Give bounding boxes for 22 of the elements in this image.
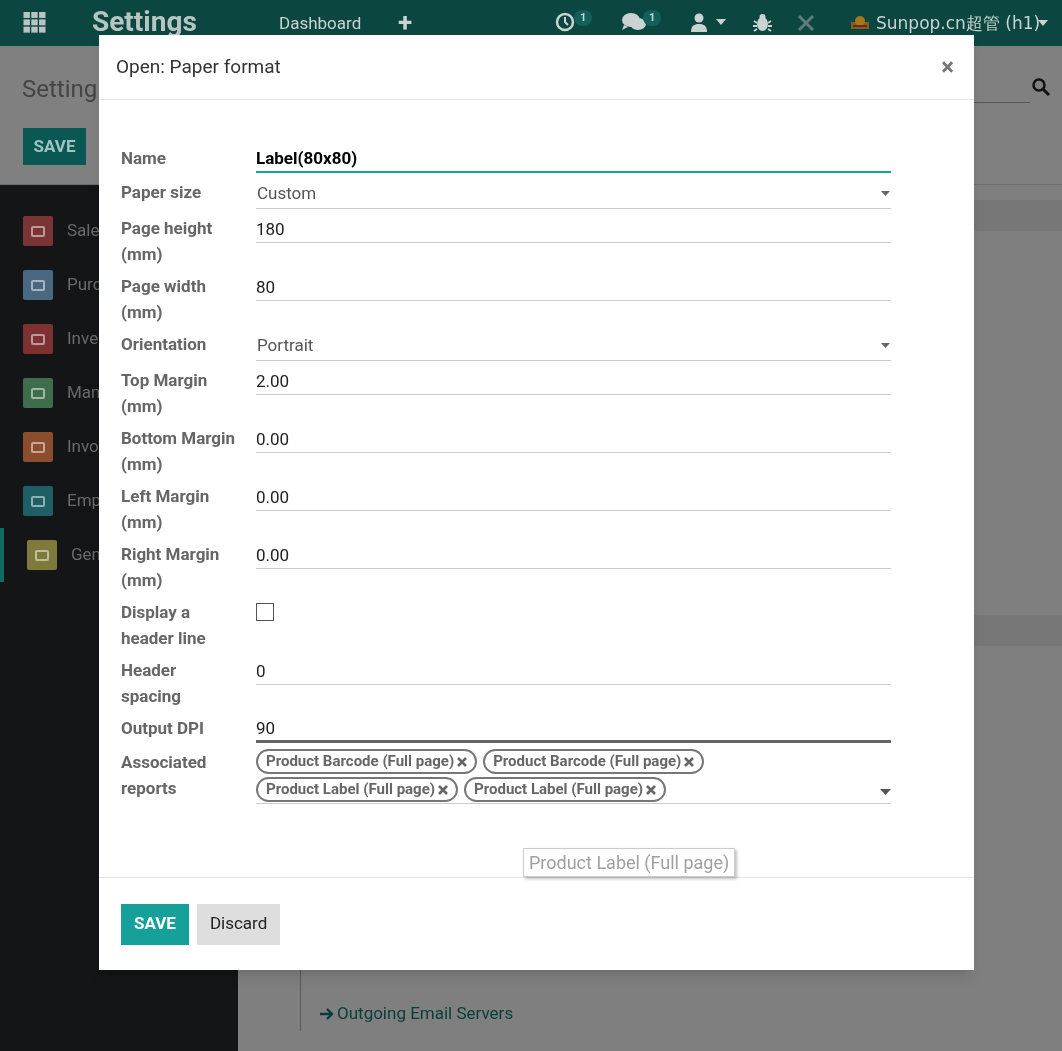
count-badge: 1 — [643, 10, 662, 26]
field-label: Orientation — [121, 333, 208, 356]
field-label: Header spacing — [121, 659, 182, 708]
field-label: Display a header line — [121, 601, 207, 650]
field-label: Paper size — [121, 181, 203, 204]
report-tag: Product Barcode (Full page) — [483, 749, 705, 774]
app-title: Settings — [92, 4, 197, 40]
field-label: Top Margin (mm) — [121, 369, 209, 418]
field-label: Associated reports — [121, 751, 208, 800]
report-tag: Product Label (Full page) — [256, 777, 459, 802]
count-badge: 1 — [574, 10, 593, 26]
field-label: Bottom Margin (mm) — [121, 427, 237, 476]
field-label: Left Margin (mm) — [121, 485, 211, 534]
report-tag: Product Barcode (Full page) — [256, 749, 478, 774]
tooltip: Product Label (Full page) — [523, 848, 736, 877]
report-tag: Product Label (Full page) — [464, 777, 667, 802]
field-label: Output DPI — [121, 717, 206, 740]
field-label: Page width (mm) — [121, 275, 207, 324]
field-label: Name — [121, 147, 167, 170]
field-label: Page height (mm) — [121, 217, 214, 266]
field-label: Right Margin (mm) — [121, 543, 221, 592]
dialog-title: Open: Paper format — [116, 53, 281, 80]
